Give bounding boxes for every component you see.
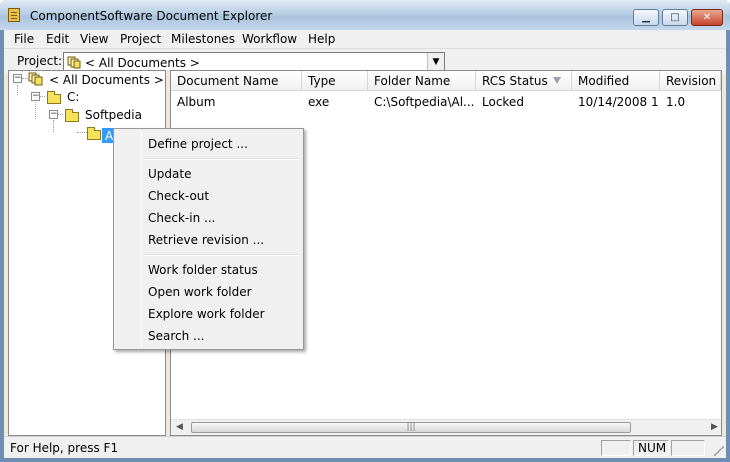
folder-icon [65, 109, 79, 122]
horizontal-scrollbar[interactable]: ◀ ||| ▶ [171, 419, 721, 435]
menu-item-define-project[interactable]: Define project ... [116, 134, 301, 154]
cell-rcs-status: Locked [482, 95, 524, 109]
menu-item-check-out[interactable]: Check-out [116, 186, 301, 206]
tree-node-all-documents[interactable]: < All Documents > [49, 73, 164, 89]
scroll-left-icon[interactable]: ◀ [176, 422, 183, 432]
column-rcs-status-label: RCS Status [482, 74, 548, 88]
tree-line [35, 102, 36, 119]
menu-item-check-in[interactable]: Check-in ... [116, 208, 301, 228]
app-window: ComponentSoftware Document Explorer ▁ □ … [0, 0, 730, 462]
window-title: ComponentSoftware Document Explorer [30, 9, 273, 23]
minimize-button[interactable]: ▁ [633, 9, 659, 26]
menu-project[interactable]: Project [120, 32, 161, 46]
menu-bar: File Edit View Project Milestones Workfl… [4, 30, 726, 48]
menu-separator [144, 254, 298, 256]
cell-folder-name: C:\Softpedia\Al... [374, 95, 474, 109]
project-selected: < All Documents > [85, 56, 200, 70]
app-icon [8, 8, 20, 22]
tree-node-selected-label: A [105, 129, 114, 143]
documents-icon [28, 72, 43, 86]
menu-item-work-folder-status[interactable]: Work folder status [116, 260, 301, 280]
menu-item-open-work-folder[interactable]: Open work folder [116, 282, 301, 302]
menu-help[interactable]: Help [308, 32, 335, 46]
context-menu: Define project ... Update Check-out Chec… [113, 128, 304, 350]
collapse-root-icon[interactable]: − [13, 74, 22, 83]
scroll-thumb[interactable]: ||| [191, 422, 631, 433]
tree-line [53, 120, 54, 132]
documents-icon [67, 56, 81, 69]
menu-item-explore-work-folder[interactable]: Explore work folder [116, 304, 301, 324]
tree-node-softpedia[interactable]: Softpedia [85, 108, 142, 124]
column-rcs-status[interactable]: RCS Status [476, 71, 572, 91]
scroll-right-icon[interactable]: ▶ [711, 422, 718, 432]
tree-node-drive-c[interactable]: C: [67, 90, 79, 106]
menu-separator [144, 158, 298, 160]
menu-item-update[interactable]: Update [116, 164, 301, 184]
column-modified[interactable]: Modified [572, 71, 660, 91]
status-pane-caps [601, 440, 631, 456]
status-pane-scroll [671, 440, 705, 456]
menu-item-search[interactable]: Search ... [116, 326, 301, 346]
cell-type: exe [308, 95, 330, 109]
menu-edit[interactable]: Edit [46, 32, 69, 46]
column-document-name[interactable]: Document Name [171, 71, 302, 91]
size-grip-icon[interactable] [714, 446, 724, 456]
status-bar: For Help, press F1 NUM [4, 436, 726, 458]
cell-modified: 10/14/2008 1... [578, 95, 658, 109]
menu-item-retrieve-revision[interactable]: Retrieve revision ... [116, 230, 301, 250]
menu-view[interactable]: View [80, 32, 108, 46]
column-revision[interactable]: Revision [660, 71, 721, 91]
maximize-button[interactable]: □ [662, 9, 688, 26]
column-type[interactable]: Type [302, 71, 368, 91]
collapse-drive-icon[interactable]: − [31, 92, 40, 101]
status-help-text: For Help, press F1 [10, 441, 119, 455]
column-folder-name[interactable]: Folder Name [368, 71, 476, 91]
cell-document-name: Album [177, 95, 216, 109]
tree-line [17, 85, 18, 95]
status-pane-num: NUM [633, 440, 669, 456]
folder-icon [47, 91, 61, 104]
menu-milestones[interactable]: Milestones [171, 32, 235, 46]
cell-revision: 1.0 [666, 95, 686, 109]
open-folder-icon [87, 127, 101, 140]
project-label: Project: [17, 54, 63, 68]
menu-file[interactable]: File [14, 32, 34, 46]
collapse-folder-icon[interactable]: − [49, 110, 58, 119]
title-bar[interactable]: ComponentSoftware Document Explorer ▁ □ … [0, 0, 730, 30]
menu-workflow[interactable]: Workflow [242, 32, 297, 46]
filter-icon[interactable] [553, 77, 561, 84]
close-button[interactable]: ✕ [691, 9, 723, 26]
